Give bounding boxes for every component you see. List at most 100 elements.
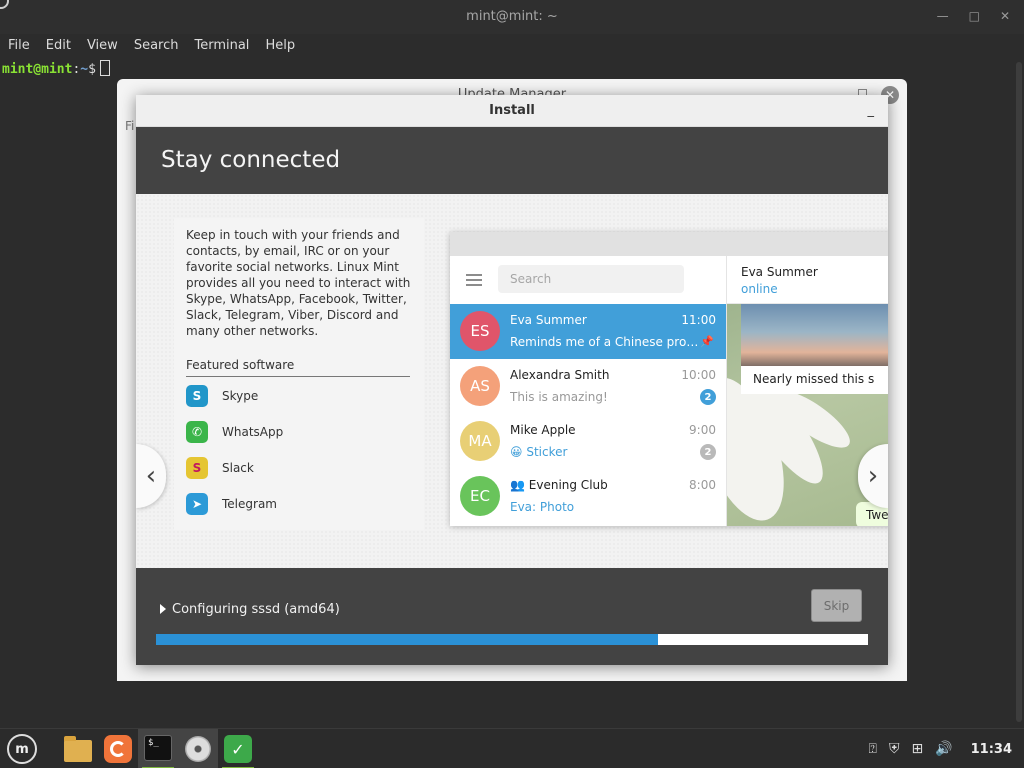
install-titlebar[interactable]: Install _ — [136, 95, 888, 127]
install-progress-bar — [156, 634, 868, 645]
firefox-icon — [104, 735, 132, 763]
update-shield-icon[interactable]: ⛨ — [889, 741, 900, 757]
network-icon[interactable]: ⊞ — [911, 741, 923, 757]
telegram-titlebar — [450, 232, 888, 256]
whatsapp-icon: ✆ — [186, 421, 208, 443]
avatar: MA — [460, 421, 500, 461]
chat-message: Eva: Photo — [510, 500, 575, 514]
intro-text: Keep in touch with your friends and cont… — [186, 228, 411, 338]
install-status[interactable]: Configuring sssd (amd64) — [160, 602, 340, 617]
folder-icon — [64, 736, 92, 762]
menu-file[interactable]: File — [8, 34, 38, 58]
app-row-slack: S Slack — [186, 456, 254, 480]
chat-item: ES Eva Summer 11:00 Reminds me of a Chin… — [450, 304, 726, 359]
chat-message: Reminds me of a Chinese prover... — [510, 335, 700, 349]
taskbar: m $_ ✓ ⍰ ⛨ ⊞ 🔊 11:34 — [0, 728, 1024, 768]
chat-item: EC 👥 Evening Club 8:00 Eva: Photo — [450, 469, 726, 524]
menu-view[interactable]: View — [87, 34, 126, 58]
app-row-skype: S Skype — [186, 384, 258, 408]
minimize-button[interactable]: _ — [868, 103, 875, 118]
hamburger-icon — [466, 274, 482, 289]
app-row-whatsapp: ✆ WhatsApp — [186, 420, 283, 444]
telegram-icon: ➤ — [186, 493, 208, 515]
prompt-user: mint@mint — [2, 62, 73, 77]
pin-icon: 📌 — [700, 335, 714, 348]
featured-heading: Featured software — [186, 358, 410, 377]
telegram-search: Search — [498, 265, 684, 293]
prompt-path: ~ — [80, 62, 89, 77]
terminal-task[interactable]: $_ — [138, 729, 178, 768]
volume-icon[interactable]: 🔊 — [935, 741, 952, 757]
chat-name: Mike Apple — [510, 423, 576, 437]
close-icon[interactable]: ✕ — [1000, 9, 1010, 23]
firefox-launcher[interactable] — [102, 733, 134, 765]
mint-logo-icon: m — [7, 734, 37, 764]
install-window[interactable]: Install _ Stay connected Keep in touch w… — [136, 95, 888, 665]
unread-badge: 2 — [700, 444, 716, 460]
chat-name: Alexandra Smith — [510, 368, 610, 382]
terminal-menubar: File Edit View Search Terminal Help — [0, 34, 1024, 58]
chat-name: 👥 Evening Club — [510, 478, 608, 492]
intro-panel: Keep in touch with your friends and cont… — [174, 218, 424, 530]
contact-name: Eva Summer — [741, 265, 818, 279]
disc-icon — [185, 736, 211, 762]
terminal-cursor — [99, 60, 110, 76]
menu-help[interactable]: Help — [265, 34, 303, 58]
skip-button[interactable]: Skip — [811, 589, 862, 622]
chat-item: MA Mike Apple 9:00 😀 Sticker 2 — [450, 414, 726, 469]
slack-icon: S — [186, 457, 208, 479]
sunset-photo — [741, 304, 888, 366]
chat-time: 9:00 — [689, 423, 716, 437]
chat-name: Eva Summer — [510, 313, 587, 327]
update-manager-menu[interactable]: Fi — [125, 119, 134, 133]
avatar: ES — [460, 311, 500, 351]
chat-message: This is amazing! — [510, 390, 608, 404]
menu-edit[interactable]: Edit — [46, 34, 79, 58]
terminal-scrollbar[interactable] — [1016, 62, 1022, 722]
terminal-prompt[interactable]: mint@mint:~$ — [2, 60, 110, 77]
install-title: Install — [489, 103, 535, 118]
app-name: WhatsApp — [222, 425, 284, 439]
window-corner-icon — [0, 0, 9, 9]
app-name: Skype — [222, 389, 259, 403]
update-manager-task[interactable]: ✓ — [222, 733, 254, 768]
photo-caption: Nearly missed this s — [753, 372, 875, 386]
contact-status: online — [741, 282, 778, 296]
app-row-telegram: ➤ Telegram — [186, 492, 277, 516]
prompt-symbol: $ — [88, 62, 96, 77]
terminal-icon: $_ — [144, 735, 172, 761]
chat-name-text: Evening Club — [528, 478, 608, 492]
install-footer: Configuring sssd (amd64) Skip — [136, 568, 888, 665]
conversation-header: Eva Summer online — [727, 256, 888, 304]
avatar: AS — [460, 366, 500, 406]
terminal-titlebar[interactable]: mint@mint: ~ — □ ✕ — [0, 0, 1024, 34]
photo-message: Nearly missed this s — [741, 304, 888, 394]
menu-terminal[interactable]: Terminal — [194, 34, 257, 58]
chat-message: 😀 Sticker — [510, 445, 568, 459]
app-name: Telegram — [222, 497, 277, 511]
terminal-title: mint@mint: ~ — [466, 9, 558, 24]
avatar: EC — [460, 476, 500, 516]
installer-task[interactable] — [178, 729, 218, 768]
unread-badge: 2 — [700, 389, 716, 405]
telegram-screenshot: Search ES Eva Summer 11:00 Reminds me of… — [450, 232, 888, 526]
shield-icon: ✓ — [224, 735, 252, 763]
chat-time: 10:00 — [681, 368, 716, 382]
minimize-icon[interactable]: — — [937, 9, 949, 23]
menu-search[interactable]: Search — [134, 34, 187, 58]
clock[interactable]: 11:34 — [971, 742, 1012, 757]
slide-heading: Stay connected — [161, 147, 341, 173]
system-tray: ⍰ ⛨ ⊞ 🔊 11:34 — [869, 729, 1012, 768]
maximize-icon[interactable]: □ — [969, 9, 980, 23]
notification-icon[interactable]: ⍰ — [869, 741, 877, 757]
slide-content: Keep in touch with your friends and cont… — [136, 194, 888, 568]
files-launcher[interactable] — [62, 733, 94, 765]
previous-slide-button[interactable]: ‹ — [136, 444, 166, 508]
expand-triangle-icon[interactable] — [160, 604, 166, 614]
chat-time: 8:00 — [689, 478, 716, 492]
install-status-text: Configuring sssd (amd64) — [172, 602, 340, 617]
skype-icon: S — [186, 385, 208, 407]
progress-fill — [156, 634, 658, 645]
mint-menu-button[interactable]: m — [6, 733, 38, 765]
group-icon: 👥 — [510, 478, 529, 492]
